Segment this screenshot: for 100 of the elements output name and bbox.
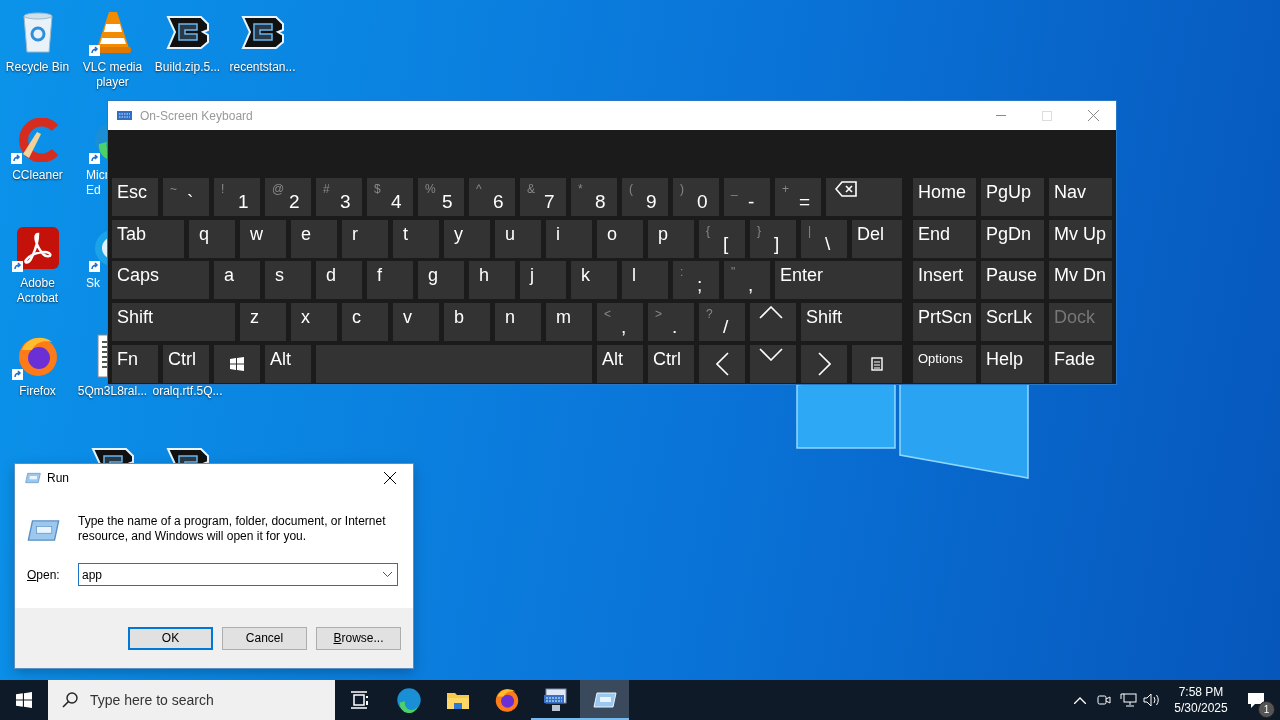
key[interactable]: Tab [112,219,184,258]
key[interactable]: Alt [265,344,311,383]
key[interactable]: + = [775,178,821,216]
key[interactable]: } ] [750,219,796,258]
key[interactable]: s [265,261,311,300]
key[interactable]: { [ [699,219,745,258]
key[interactable]: ? / [699,303,745,342]
key[interactable]: t [393,219,439,258]
key[interactable]: Del [852,219,902,258]
key[interactable]: b [444,303,490,342]
key[interactable]: z [240,303,286,342]
key[interactable]: Pause [981,261,1044,300]
key[interactable]: u [495,219,541,258]
key[interactable]: " , [724,261,770,300]
search-field[interactable]: Type here to search [48,680,335,720]
key[interactable]: PgUp [981,178,1044,216]
key[interactable]: r [342,219,388,258]
key[interactable]: < , [597,303,643,342]
key[interactable]: Alt [597,344,643,383]
camera-icon[interactable] [1097,693,1111,707]
key[interactable]: PrtScn [913,303,976,342]
open-label: Open: [27,567,61,582]
key[interactable]: m [546,303,592,342]
key[interactable]: Mv Up [1049,219,1112,258]
key[interactable]: ^ 6 [469,178,515,216]
key[interactable]: q [189,219,235,258]
key[interactable]: ( 9 [622,178,668,216]
key[interactable]: ) 0 [673,178,719,216]
key[interactable]: v [393,303,439,342]
key[interactable] [699,344,745,383]
key[interactable]: Fn [112,344,158,383]
key[interactable]: Shift [112,303,235,342]
key[interactable] [750,344,796,383]
key[interactable]: | \ [801,219,847,258]
key[interactable]: Esc [112,178,158,216]
clock[interactable]: 7:58 PM 5/30/2025 [1170,684,1232,716]
key[interactable]: _ - [724,178,770,216]
key[interactable]: # 3 [316,178,362,216]
key[interactable]: Fade [1049,344,1112,383]
key[interactable]: y [444,219,490,258]
key[interactable]: @ 2 [265,178,311,216]
key[interactable] [214,344,260,383]
key[interactable] [852,344,902,383]
dropdown-caret-icon[interactable] [383,572,392,577]
key[interactable]: Caps [112,261,209,300]
key[interactable]: $ 4 [367,178,413,216]
key[interactable]: c [342,303,388,342]
key[interactable]: Enter [775,261,902,300]
key[interactable]: > . [648,303,694,342]
chevron-up-icon[interactable] [1074,696,1086,704]
key[interactable]: * 8 [571,178,617,216]
key[interactable] [801,344,847,383]
key[interactable]: w [240,219,286,258]
dialog-button[interactable]: Cancel [222,626,307,650]
key[interactable]: Options [913,344,976,383]
key[interactable]: i [546,219,592,258]
key[interactable]: f [367,261,413,300]
key[interactable]: l [622,261,668,300]
key[interactable]: e [291,219,337,258]
key[interactable]: Ctrl [648,344,694,383]
key[interactable]: Home [913,178,976,216]
key[interactable]: Ctrl [163,344,209,383]
shortcut-arrow-icon [88,261,100,272]
key[interactable]: & 7 [520,178,566,216]
key[interactable]: Insert [913,261,976,300]
notification-button[interactable]: 1 [1232,680,1280,720]
key[interactable]: g [418,261,464,300]
key[interactable]: ! 1 [214,178,260,216]
close-icon [384,472,396,484]
key[interactable]: j [520,261,566,300]
key[interactable]: % 5 [418,178,464,216]
key[interactable]: Shift [801,303,902,342]
key[interactable] [826,178,902,216]
open-field[interactable]: app [78,563,398,586]
dialog-button[interactable]: OK [128,626,213,650]
key[interactable]: n [495,303,541,342]
key[interactable]: h [469,261,515,300]
key[interactable]: : ; [673,261,719,300]
key[interactable]: x [291,303,337,342]
key[interactable] [750,303,796,342]
network-icon[interactable] [1119,693,1137,707]
key[interactable]: p [648,219,694,258]
key[interactable]: PgDn [981,219,1044,258]
key[interactable]: k [571,261,617,300]
key[interactable]: a [214,261,260,300]
volume-icon[interactable] [1143,693,1161,707]
dialog-title: Run [47,471,69,485]
key[interactable]: o [597,219,643,258]
key[interactable]: End [913,219,976,258]
run-icon [27,518,60,543]
key[interactable]: Nav [1049,178,1112,216]
taskbar-button[interactable] [580,680,629,720]
key[interactable]: ScrLk [981,303,1044,342]
key[interactable]: Help [981,344,1044,383]
windows-icon [16,692,32,708]
key[interactable]: d [316,261,362,300]
key[interactable]: ~ ` [163,178,209,216]
dialog-button[interactable]: Browse... [316,626,401,650]
key[interactable]: Mv Dn [1049,261,1112,300]
notification-icon [1247,691,1265,709]
